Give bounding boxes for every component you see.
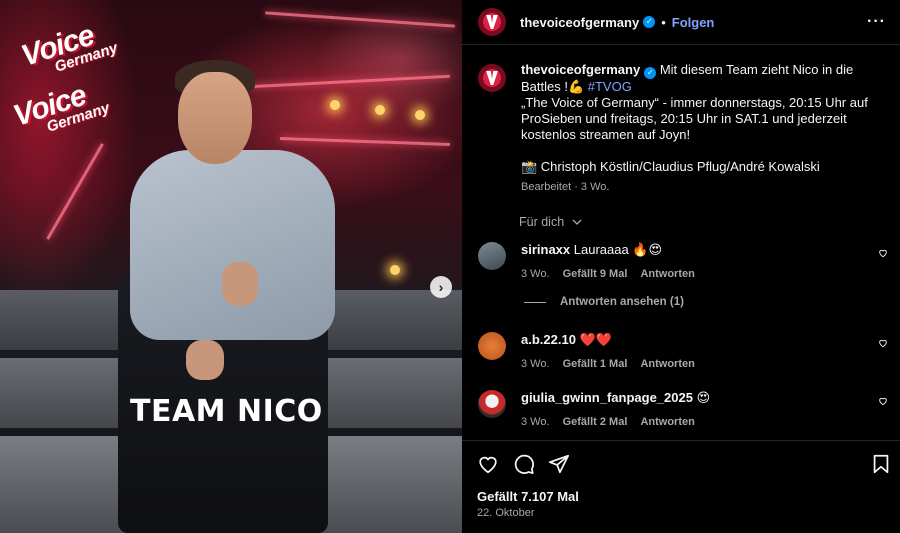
divider-line [524, 301, 546, 303]
comment-item: a.b.22.10 ❤️❤️ 3 Wo. Gefällt 1 Mal Antwo… [478, 332, 898, 370]
person-hand [186, 340, 224, 380]
comment-username[interactable]: sirinaxx [521, 242, 570, 257]
profile-avatar[interactable] [478, 8, 506, 36]
comment-text: Lauraaaa 🔥😍 [573, 242, 663, 257]
comment-text: 😍 [696, 390, 711, 405]
hashtag-link[interactable]: #TVOG [588, 79, 632, 94]
view-replies-button[interactable]: Antworten ansehen (1) [524, 296, 684, 308]
caption-broadcast-info: „The Voice of Germany“ - immer donnersta… [521, 95, 868, 142]
reply-button[interactable]: Antworten [640, 268, 694, 280]
more-options-icon[interactable]: ··· [867, 13, 886, 31]
commenter-avatar[interactable] [478, 390, 506, 418]
comment-username[interactable]: giulia_gwinn_fanpage_2025 [521, 390, 693, 405]
caption-meta: Bearbeitet · 3 Wo. [521, 181, 610, 193]
follow-button[interactable]: Folgen [672, 15, 715, 30]
comment-likes[interactable]: Gefällt 1 Mal [563, 358, 628, 370]
comment-age: 3 Wo. [521, 268, 550, 280]
post-sidebar: thevoiceofgermany ✓ • Folgen ··· thevoic… [462, 0, 900, 533]
post-date: 22. Oktober [477, 507, 535, 519]
comment-text: ❤️❤️ [579, 332, 612, 347]
likes-count[interactable]: Gefällt 7.107 Mal [477, 489, 579, 504]
comment-likes[interactable]: Gefällt 2 Mal [563, 416, 628, 428]
like-heart-icon[interactable] [477, 453, 499, 475]
caption-username[interactable]: thevoiceofgermany [521, 62, 640, 77]
stage-light [415, 110, 425, 120]
person-hand [222, 262, 258, 306]
comment-likes[interactable]: Gefällt 9 Mal [563, 268, 628, 280]
chevron-down-icon [572, 219, 582, 225]
person-head [178, 72, 252, 164]
next-image-button[interactable]: › [430, 276, 452, 298]
comment-item: giulia_gwinn_fanpage_2025 😍 3 Wo. Gefäll… [478, 390, 898, 428]
share-paper-plane-icon[interactable] [548, 453, 570, 475]
comment-item: sirinaxx Lauraaaa 🔥😍 3 Wo. Gefällt 9 Mal… [478, 242, 898, 280]
commenter-avatar[interactable] [478, 242, 506, 270]
comment-age: 3 Wo. [521, 416, 550, 428]
post-image[interactable]: Voice Germany Voice Germany TEAM NICO › [0, 0, 462, 533]
header-username[interactable]: thevoiceofgermany [520, 15, 639, 30]
commenter-avatar[interactable] [478, 332, 506, 360]
post-header: thevoiceofgermany ✓ • Folgen ··· [462, 0, 900, 45]
reply-button[interactable]: Antworten [640, 416, 694, 428]
comment-age: 3 Wo. [521, 358, 550, 370]
like-comment-heart-icon[interactable] [878, 248, 888, 258]
team-overlay-text: TEAM NICO [130, 394, 323, 429]
stage-light [375, 105, 385, 115]
verified-badge-icon: ✓ [644, 67, 657, 79]
caption-avatar[interactable] [478, 64, 506, 92]
separator-dot: • [661, 14, 666, 30]
comment-username[interactable]: a.b.22.10 [521, 332, 576, 347]
like-comment-heart-icon[interactable] [878, 396, 888, 406]
bookmark-save-icon[interactable] [870, 453, 892, 475]
comment-bubble-icon[interactable] [513, 453, 535, 475]
comment-sort-dropdown[interactable]: Für dich [519, 215, 582, 229]
caption-photo-credits: 📸 Christoph Köstlin/Claudius Pflug/André… [521, 159, 820, 174]
verified-badge-icon: ✓ [643, 16, 656, 28]
like-comment-heart-icon[interactable] [878, 338, 888, 348]
stage-light [330, 100, 340, 110]
reply-button[interactable]: Antworten [640, 358, 694, 370]
stage-light [390, 265, 400, 275]
post-actions: Gefällt 7.107 Mal 22. Oktober [462, 440, 900, 533]
person-sweater [130, 150, 335, 340]
post-caption: thevoiceofgermany ✓ Mit diesem Team zieht… [478, 62, 888, 195]
